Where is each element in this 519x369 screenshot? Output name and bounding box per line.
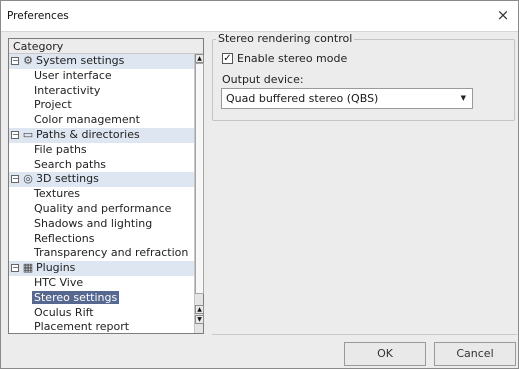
close-icon[interactable]: × bbox=[494, 6, 512, 24]
category-item-label: HTC Vive bbox=[34, 275, 84, 289]
category-item-label: Interactivity bbox=[34, 83, 101, 97]
folder-icon: ▭ bbox=[22, 127, 34, 141]
output-device-label: Output device: bbox=[222, 73, 304, 86]
category-item[interactable]: Textures bbox=[9, 187, 194, 202]
category-item-label: Shadows and lighting bbox=[34, 216, 153, 230]
category-item[interactable]: Interactivity bbox=[9, 84, 194, 99]
tree-scrollbar[interactable]: ▲ ▲ ▼ bbox=[194, 54, 204, 333]
collapse-icon[interactable]: − bbox=[11, 175, 19, 184]
output-device-select[interactable]: Quad buffered stereo (QBS) ▼ bbox=[221, 88, 473, 109]
category-item-label: File paths bbox=[34, 142, 87, 156]
enable-stereo-label[interactable]: Enable stereo mode bbox=[237, 52, 347, 65]
scrollbar-thumb[interactable] bbox=[195, 63, 204, 294]
category-item-label: Textures bbox=[34, 187, 80, 201]
gear-icon: ⚙ bbox=[23, 54, 33, 67]
category-item[interactable]: Transparency and refraction bbox=[9, 246, 194, 261]
category-header: Category bbox=[9, 39, 203, 54]
category-item-label: Reflections bbox=[34, 231, 95, 245]
category-item-label: Oculus Rift bbox=[34, 305, 94, 319]
category-item[interactable]: Stereo settings bbox=[9, 290, 194, 306]
category-group[interactable]: − ⚙ System settings bbox=[9, 54, 194, 69]
category-list: − ⚙ System settings User interface Interacti… bbox=[9, 54, 194, 333]
stereo-group-title: Stereo rendering control bbox=[216, 32, 355, 45]
category-item[interactable]: Color management bbox=[9, 113, 194, 128]
category-item[interactable]: Placement report bbox=[9, 320, 194, 333]
category-item-label: User interface bbox=[34, 68, 112, 82]
collapse-icon[interactable]: − bbox=[11, 57, 19, 65]
title-bar: Preferences × bbox=[1, 1, 518, 32]
category-item-label: Search paths bbox=[34, 157, 107, 171]
collapse-icon[interactable]: − bbox=[11, 130, 19, 139]
scroll-up-icon[interactable]: ▲ bbox=[195, 54, 204, 63]
category-item-label: Transparency and refraction bbox=[34, 246, 189, 260]
category-item[interactable]: File paths bbox=[9, 143, 194, 158]
ok-button[interactable]: OK bbox=[344, 342, 426, 366]
scroll-up-icon[interactable]: ▲ bbox=[195, 305, 204, 314]
window-title: Preferences bbox=[7, 10, 69, 22]
enable-stereo-checkbox[interactable]: ✓ bbox=[222, 53, 233, 64]
collapse-icon[interactable]: − bbox=[11, 264, 19, 273]
category-group-label: 3D settings bbox=[36, 172, 99, 186]
category-item[interactable]: HTC Vive bbox=[9, 276, 194, 291]
category-group[interactable]: − ▦ Plugins bbox=[9, 261, 194, 276]
category-tree: Category − ⚙ System settings User interface… bbox=[8, 38, 204, 334]
cancel-button[interactable]: Cancel bbox=[434, 342, 516, 366]
plugin-icon: ▦ bbox=[22, 261, 34, 275]
category-item[interactable]: Oculus Rift bbox=[9, 306, 194, 321]
category-item[interactable]: Reflections bbox=[9, 232, 194, 247]
category-group[interactable]: − ▭ Paths & directories bbox=[9, 127, 194, 143]
category-group-label: Plugins bbox=[36, 261, 76, 275]
category-item[interactable]: Quality and performance bbox=[9, 202, 194, 217]
category-item-label: Stereo settings bbox=[32, 290, 120, 304]
category-group-label: System settings bbox=[36, 54, 125, 67]
category-item[interactable]: User interface bbox=[9, 69, 194, 84]
footer-divider bbox=[212, 334, 517, 335]
category-item-label: Placement report bbox=[34, 320, 130, 333]
category-item[interactable]: Project bbox=[9, 98, 194, 113]
category-item-label: Project bbox=[34, 98, 72, 112]
category-group[interactable]: − ◎ 3D settings bbox=[9, 172, 194, 188]
dropdown-arrow-icon: ▼ bbox=[460, 94, 466, 102]
output-device-value: Quad buffered stereo (QBS) bbox=[226, 92, 379, 105]
category-item-label: Color management bbox=[34, 113, 140, 127]
category-item[interactable]: Search paths bbox=[9, 158, 194, 173]
category-group-label: Paths & directories bbox=[36, 127, 140, 141]
category-item-label: Quality and performance bbox=[34, 201, 172, 215]
scroll-down-icon[interactable]: ▼ bbox=[195, 315, 204, 324]
cube-icon: ◎ bbox=[23, 172, 33, 186]
category-item[interactable]: Shadows and lighting bbox=[9, 217, 194, 232]
